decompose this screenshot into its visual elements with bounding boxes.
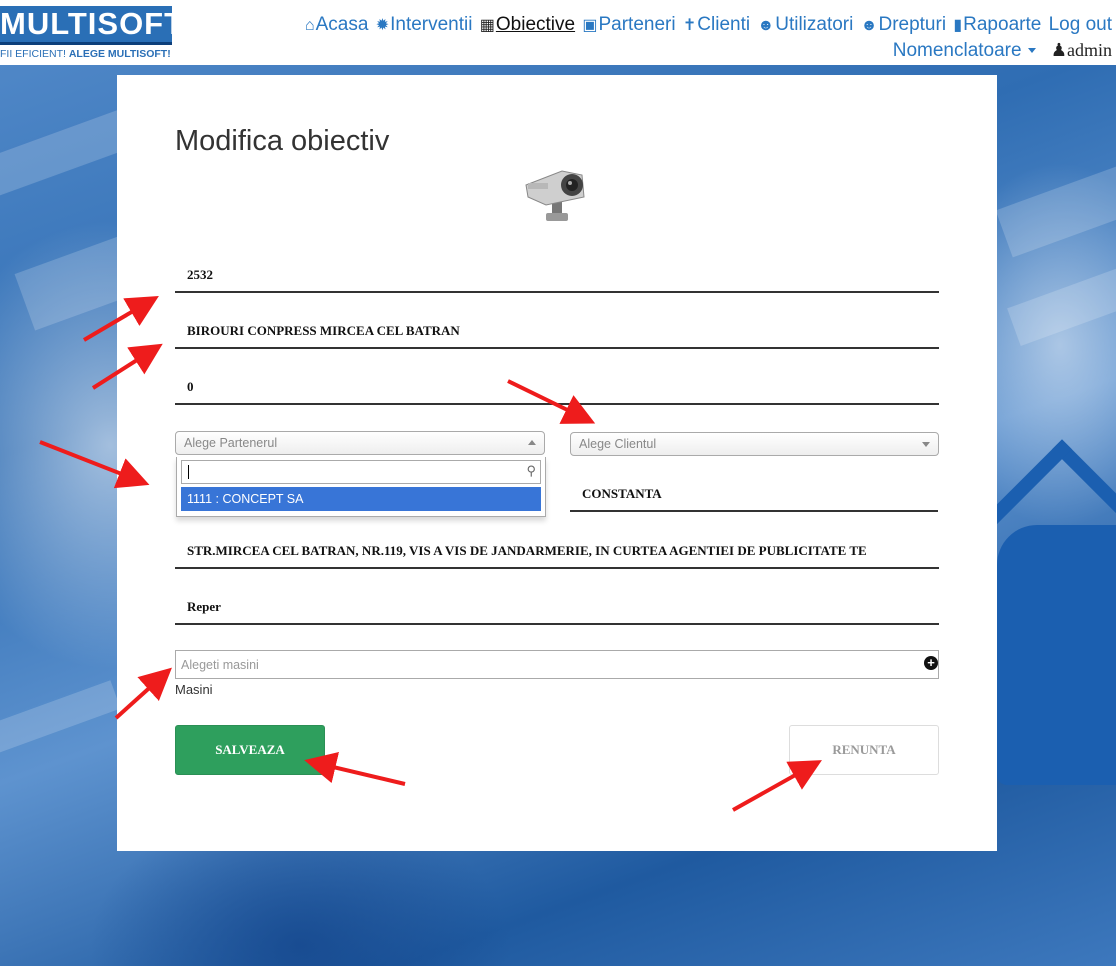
logo-wordmark: MULTISOFT bbox=[0, 6, 183, 45]
gear-icon: ✹ bbox=[375, 17, 390, 34]
security-camera-icon bbox=[525, 170, 585, 221]
nav-interventii[interactable]: ✹Interventii bbox=[376, 14, 473, 35]
nav-obiective[interactable]: ▦Obiective bbox=[480, 14, 575, 35]
search-icon: ⚲ bbox=[526, 463, 536, 478]
reper-field[interactable]: Reper bbox=[175, 593, 939, 625]
adresa-field[interactable]: STR.MIRCEA CEL BATRAN, NR.119, VIS A VIS… bbox=[175, 537, 939, 569]
masini-label: Masini bbox=[175, 682, 213, 697]
home-icon: ⌂ bbox=[304, 17, 315, 34]
logout-link[interactable]: Log out bbox=[1049, 14, 1112, 35]
multisoft-logo[interactable]: MULTISOFT FII EFICIENT! ALEGE MULTISOFT! bbox=[0, 4, 183, 62]
plus-circle-icon[interactable]: + bbox=[924, 656, 938, 670]
building-icon: ▦ bbox=[479, 17, 495, 34]
nav-rapoarte[interactable]: ▮Rapoarte bbox=[953, 14, 1041, 35]
briefcase-icon: ▣ bbox=[582, 17, 598, 34]
cod-field[interactable]: 2532 bbox=[175, 261, 939, 293]
top-navbar: MULTISOFT FII EFICIENT! ALEGE MULTISOFT!… bbox=[0, 0, 1116, 65]
masini-select[interactable]: Alegeti masini + bbox=[175, 650, 939, 679]
users-icon: ☻ bbox=[860, 17, 878, 34]
numeric-field[interactable]: 0 bbox=[175, 373, 939, 405]
partener-option[interactable]: 1111 : CONCEPT SA bbox=[181, 487, 541, 511]
nav-acasa[interactable]: ⌂Acasa bbox=[305, 14, 368, 35]
partener-dropdown: ⚲ 1111 : CONCEPT SA bbox=[176, 457, 546, 517]
client-select[interactable]: Alege Clientul bbox=[570, 432, 939, 456]
cancel-button[interactable]: RENUNTA bbox=[789, 725, 939, 775]
book-icon: ▮ bbox=[953, 17, 963, 34]
main-nav: ⌂Acasa ✹Interventii ▦Obiective ▣Partener… bbox=[212, 12, 1112, 63]
chevron-up-icon bbox=[528, 440, 536, 445]
partener-search-input[interactable]: ⚲ bbox=[181, 460, 541, 484]
denumire-field[interactable]: BIROURI CONPRESS MIRCEA CEL BATRAN bbox=[175, 317, 939, 349]
localitate-field[interactable]: CONSTANTA bbox=[570, 480, 938, 512]
page-title: Modifica obiectiv bbox=[175, 125, 390, 157]
user-menu[interactable]: ♟admin bbox=[1051, 40, 1112, 60]
edit-objective-card: Modifica obiectiv 2532 BIROURI CONPRESS … bbox=[117, 75, 997, 851]
caret-down-icon bbox=[1027, 48, 1036, 54]
chevron-down-icon bbox=[922, 442, 930, 447]
nav-parteneri[interactable]: ▣Parteneri bbox=[582, 14, 675, 35]
user-icon: ♟ bbox=[1050, 40, 1067, 60]
partener-select[interactable]: Alege Partenerul bbox=[175, 431, 545, 455]
nav-nomenclatoare-dropdown[interactable]: Nomenclatoare bbox=[893, 40, 1036, 61]
nav-clienti[interactable]: ✝Clienti bbox=[683, 14, 750, 35]
person-icon: ✝ bbox=[682, 17, 697, 34]
logo-tagline: FII EFICIENT! ALEGE MULTISOFT! bbox=[0, 48, 171, 60]
nav-drepturi[interactable]: ☻Drepturi bbox=[861, 14, 946, 35]
save-button[interactable]: SALVEAZA bbox=[175, 725, 325, 775]
nav-utilizatori[interactable]: ☻Utilizatori bbox=[757, 14, 853, 35]
users-icon: ☻ bbox=[757, 17, 775, 34]
